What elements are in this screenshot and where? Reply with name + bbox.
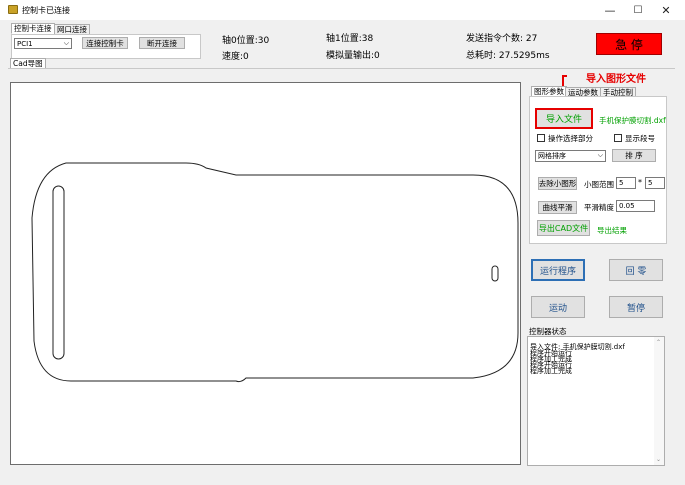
times-sign: * (638, 178, 642, 187)
scroll-down-icon[interactable]: ⌄ (656, 456, 661, 463)
axis1-position: 轴1位置:38 (326, 34, 374, 44)
minimize-button[interactable]: — (596, 0, 624, 20)
analog-output: 模拟量输出:0 (326, 51, 380, 61)
close-button[interactable]: ✕ (652, 0, 680, 20)
side-slot (52, 185, 65, 360)
show-segment-label: 显示段号 (625, 134, 655, 143)
sent-command-count: 发送指令个数: 27 (466, 34, 538, 44)
log-scrollbar[interactable]: ⌃ ⌄ (654, 337, 664, 465)
sort-mode-select[interactable]: 网格排序 ⌵ (535, 150, 606, 162)
home-button[interactable]: 回 零 (609, 259, 663, 281)
port-select[interactable]: PCI1 ⌵ (14, 38, 72, 49)
smooth-precision-label: 平滑精度 (584, 203, 614, 212)
small-width-input[interactable]: 5 (616, 177, 636, 189)
show-segment-checkbox[interactable] (614, 134, 622, 142)
axis0-position: 轴0位置:30 (222, 36, 270, 46)
annotation-label: 导入图形文件 (586, 74, 646, 85)
run-program-button[interactable]: 运行程序 (531, 259, 585, 281)
outline-path (31, 162, 519, 383)
tab-divider (8, 68, 675, 69)
tab-card-connect[interactable]: 控制卡连接 (11, 23, 55, 34)
curve-smooth-button[interactable]: 曲线平滑 (538, 201, 577, 214)
sort-mode-value: 网格排序 (538, 152, 566, 160)
export-cad-button[interactable]: 导出CAD文件 (537, 220, 590, 236)
remove-small-button[interactable]: 去除小图形 (538, 177, 577, 190)
elapsed-time: 总耗时: 27.5295ms (466, 51, 550, 61)
chevron-down-icon: ⌵ (63, 39, 69, 47)
camera-hole (491, 265, 499, 282)
app-icon (8, 5, 18, 14)
scroll-up-icon[interactable]: ⌃ (656, 339, 661, 346)
connect-card-button[interactable]: 连接控制卡 (82, 37, 128, 49)
cad-canvas[interactable] (10, 82, 521, 465)
controller-status-log[interactable]: 导入文件: 手机保护膜切割.dxf 程序开始运行 程序加工完成 程序开始运行 程… (527, 336, 665, 466)
pause-button[interactable]: 暂停 (609, 296, 663, 318)
maximize-button[interactable]: ☐ (624, 0, 652, 20)
port-select-value: PCI1 (17, 39, 33, 48)
import-file-button[interactable]: 导入文件 (535, 108, 593, 129)
op-selected-checkbox[interactable] (537, 134, 545, 142)
title-bar: 控制卡已连接 — ☐ ✕ (0, 0, 685, 20)
small-height-input[interactable]: 5 (645, 177, 665, 189)
op-selected-label: 操作选择部分 (548, 134, 593, 143)
small-range-label: 小图范围 (584, 180, 614, 189)
imported-file-name: 手机保护膜切割.dxf (599, 116, 666, 125)
chevron-down-icon: ⌵ (597, 151, 603, 159)
log-line: 程序加工完成 (530, 367, 572, 375)
move-button[interactable]: 运动 (531, 296, 585, 318)
export-result-label: 导出结果 (597, 226, 627, 235)
window-title: 控制卡已连接 (22, 6, 70, 15)
disconnect-button[interactable]: 断开连接 (139, 37, 185, 49)
speed-readout: 速度:0 (222, 52, 249, 62)
phone-film-outline (31, 162, 519, 383)
sort-button[interactable]: 排 序 (612, 149, 656, 162)
smooth-precision-input[interactable]: 0.05 (616, 200, 655, 212)
emergency-stop-button[interactable]: 急 停 (596, 33, 662, 55)
